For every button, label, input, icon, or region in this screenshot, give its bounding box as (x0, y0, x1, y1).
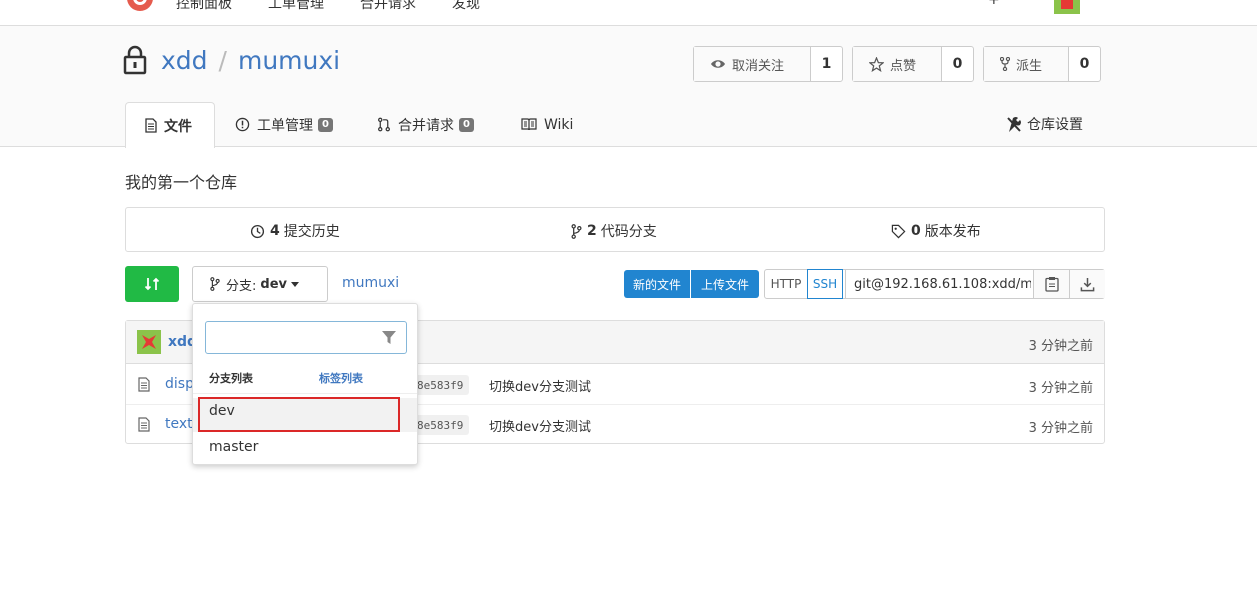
file-icon (138, 377, 150, 392)
author-avatar[interactable] (137, 330, 161, 354)
pulls-count-badge: 0 (459, 117, 474, 132)
top-navbar: 控制面板 工单管理 合并请求 发现 + ▾ ▾ (0, 0, 1257, 26)
book-icon (521, 118, 537, 131)
repo-description: 我的第一个仓库 (125, 173, 238, 192)
settings-label: 仓库设置 (1027, 117, 1083, 133)
fork-icon (1000, 57, 1010, 71)
download-icon (1080, 277, 1095, 291)
issues-count-badge: 0 (318, 117, 333, 132)
tab-issues[interactable]: 工单管理 0 (235, 102, 333, 147)
fork-counter: 派生 0 (983, 46, 1101, 82)
unwatch-button[interactable]: 取消关注 (694, 47, 811, 81)
nav-dashboard[interactable]: 控制面板 (176, 0, 232, 13)
tab-wiki-label: Wiki (544, 116, 574, 133)
branches-label: 代码分支 (600, 224, 657, 240)
tools-icon (1007, 116, 1021, 132)
fork-count[interactable]: 0 (1069, 47, 1100, 81)
file-commit-time: 3 分钟之前 (1028, 381, 1093, 396)
tab-pull-requests[interactable]: 合并请求 0 (377, 102, 474, 147)
branch-option-master[interactable]: master (209, 439, 258, 455)
commits-label: 提交历史 (283, 224, 340, 240)
gogs-logo-icon[interactable] (124, 0, 156, 14)
clone-url-input[interactable]: git@192.168.61.108:xdd/mumuxi.git (845, 270, 1031, 298)
download-button[interactable] (1069, 270, 1105, 298)
branch-prefix-label: 分支: (226, 278, 257, 294)
file-text-icon (145, 118, 157, 133)
tab-issues-label: 工单管理 (257, 117, 313, 134)
user-avatar[interactable] (1054, 0, 1080, 14)
star-label: 点赞 (890, 58, 917, 74)
file-icon (138, 417, 150, 432)
issue-opened-icon (235, 117, 250, 132)
http-toggle[interactable]: HTTP (765, 270, 807, 298)
repo-stats-bar: 4 提交历史 2 代码分支 0 版本发布 (125, 207, 1105, 252)
releases-stat[interactable]: 0 版本发布 (891, 221, 981, 241)
tab-files[interactable]: 文件 (125, 102, 215, 148)
repo-owner-link[interactable]: xdd (161, 46, 208, 75)
chevron-down-icon[interactable]: ▾ (1013, 0, 1018, 3)
git-pull-request-icon (378, 117, 390, 132)
current-branch-name: dev (260, 276, 287, 292)
new-file-button[interactable]: 新的文件 (624, 270, 690, 298)
file-commit-time: 3 分钟之前 (1028, 421, 1093, 436)
breadcrumb-repo-link[interactable]: mumuxi (342, 275, 399, 291)
tag-icon (891, 224, 906, 238)
watch-counter: 取消关注 1 (693, 46, 843, 82)
releases-label: 版本发布 (924, 224, 981, 240)
clone-url-box: HTTP SSH git@192.168.61.108:xdd/mumuxi.g… (764, 269, 1105, 299)
star-count[interactable]: 0 (942, 47, 973, 81)
unwatch-label: 取消关注 (732, 58, 785, 74)
repo-name-link[interactable]: mumuxi (238, 46, 340, 75)
commit-sha-label[interactable]: 8e583f9 (411, 415, 470, 435)
watch-count[interactable]: 1 (811, 47, 842, 81)
nav-issues[interactable]: 工单管理 (268, 0, 324, 13)
tab-pulls-label: 合并请求 (398, 117, 454, 134)
commit-sha-label[interactable]: 8e583f9 (411, 375, 470, 395)
branch-filter-input[interactable] (205, 321, 407, 354)
latest-commit-time: 3 分钟之前 (1028, 339, 1093, 354)
nav-explore[interactable]: 发现 (452, 0, 480, 13)
filter-icon (382, 331, 396, 344)
star-counter: 点赞 0 (852, 46, 974, 82)
tab-branch-list[interactable]: 分支列表 (209, 370, 253, 386)
tab-tag-list[interactable]: 标签列表 (319, 370, 363, 386)
tab-settings[interactable]: 仓库设置 (1005, 114, 1083, 134)
chevron-down-icon[interactable]: ▾ (1084, 0, 1089, 3)
history-icon (250, 224, 265, 238)
caret-down-icon (291, 281, 299, 287)
compare-button[interactable] (125, 266, 179, 302)
branch-option-dev[interactable]: dev (209, 403, 235, 419)
tab-files-label: 文件 (164, 118, 192, 135)
star-icon (869, 56, 884, 72)
branch-selector-button[interactable]: 分支: dev (192, 266, 328, 302)
fork-button[interactable]: 派生 (984, 47, 1069, 81)
ssh-toggle[interactable]: SSH (807, 269, 843, 299)
nav-pulls[interactable]: 合并请求 (360, 0, 416, 13)
dropdown-divider (193, 393, 417, 394)
fork-label: 派生 (1016, 58, 1043, 74)
tab-wiki[interactable]: Wiki (521, 102, 573, 147)
copy-url-button[interactable] (1033, 270, 1069, 298)
branches-count: 2 (587, 223, 597, 239)
upload-file-button[interactable]: 上传文件 (691, 270, 759, 298)
eye-icon (711, 60, 725, 68)
repo-title-separator: / (218, 46, 227, 75)
clipboard-icon (1044, 277, 1059, 292)
commits-count: 4 (270, 223, 280, 239)
commit-message[interactable]: 切换dev分支测试 (489, 416, 591, 435)
branch-dropdown-menu: 分支列表 标签列表 dev master (192, 303, 418, 465)
commit-message[interactable]: 切换dev分支测试 (489, 376, 591, 395)
commits-stat[interactable]: 4 提交历史 (250, 221, 340, 241)
git-branch-icon (210, 277, 220, 291)
git-branch-icon (571, 223, 582, 239)
star-button[interactable]: 点赞 (853, 47, 942, 81)
releases-count: 0 (911, 223, 921, 239)
lock-icon (123, 45, 147, 75)
create-new-icon[interactable]: + (988, 0, 1000, 8)
sync-icon (144, 277, 160, 291)
branches-stat[interactable]: 2 代码分支 (571, 221, 657, 241)
repo-title: xdd / mumuxi (161, 46, 340, 75)
